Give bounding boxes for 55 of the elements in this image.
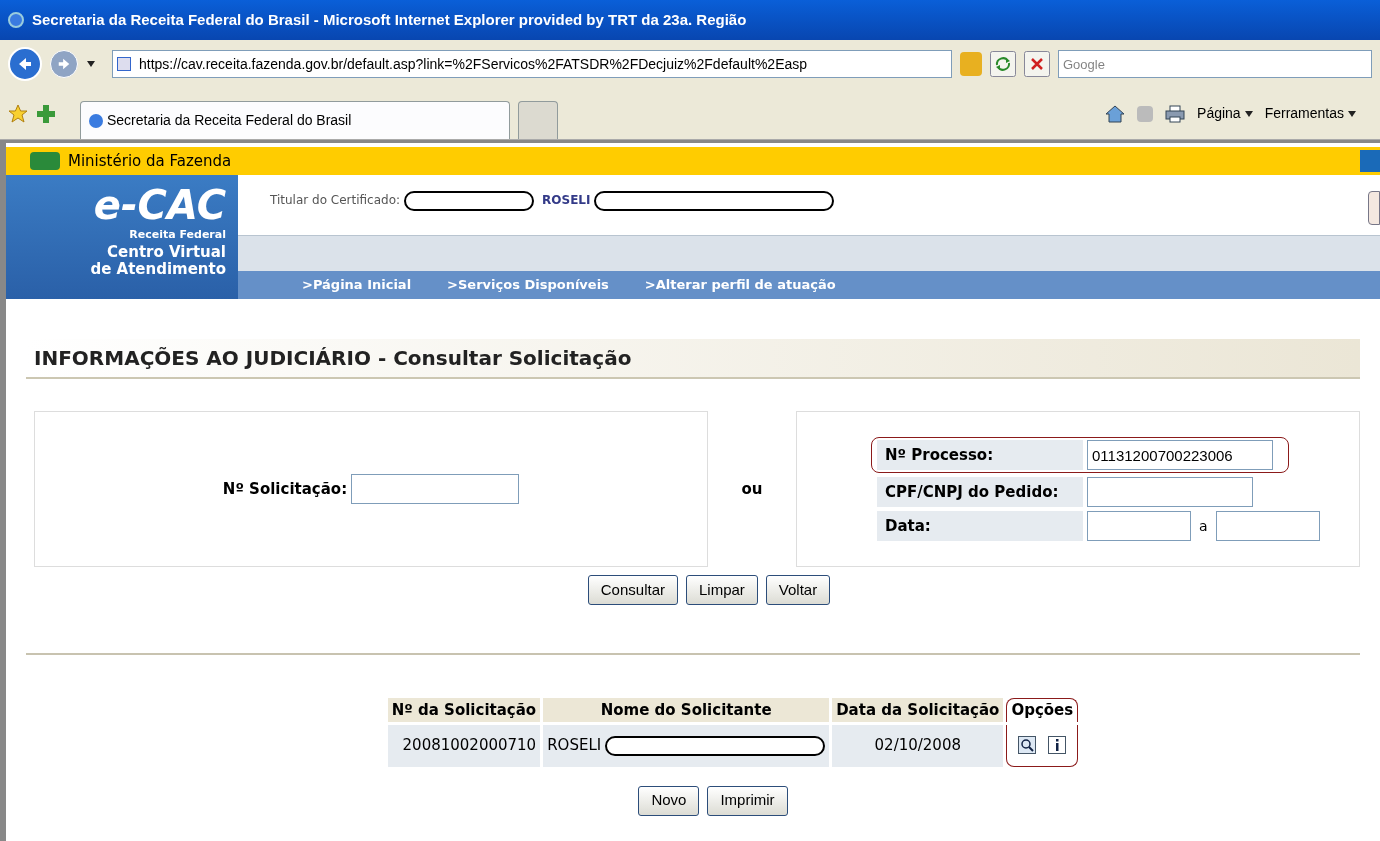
url-text: https://cav.receita.fazenda.gov.br/default.asp?link=%2FServicos%2FATSDR%2FDecjuiz%2Fdefault%2Easp <box>139 54 808 74</box>
field-label: CPF/CNPJ do Pedido: <box>877 477 1083 507</box>
form-button[interactable]: Consultar <box>587 575 678 605</box>
certificate-label: Titular do Certificado: <box>270 192 401 209</box>
table-cell: 20081002000710 <box>387 724 541 767</box>
info-icon[interactable] <box>1048 736 1067 754</box>
star-icon[interactable] <box>8 103 28 124</box>
left-arrow-icon <box>17 56 33 72</box>
right-arrow-icon <box>57 57 71 71</box>
caret-icon <box>1348 110 1356 117</box>
search-field[interactable]: Google <box>1058 50 1372 78</box>
command-button[interactable]: Ferramentas <box>1264 103 1356 124</box>
address-field[interactable]: https://cav.receita.fazenda.gov.br/default.asp?link=%2FServicos%2FATSDR%2FDecjuiz%2Fdefault%2Easp <box>112 50 952 78</box>
back-button[interactable] <box>8 47 42 81</box>
browser-tab[interactable] <box>518 101 558 139</box>
page-icon <box>117 57 131 71</box>
browser-tab[interactable]: Secretaria da Receita Federal do Brasil <box>80 101 510 139</box>
form-button[interactable]: Voltar <box>765 575 831 605</box>
page-title: INFORMAÇÕES AO JUDICIÁRIO - Consultar Solicitação <box>26 339 1360 379</box>
column-header: Data da Solicitação <box>832 698 1004 722</box>
input-field[interactable]: 01131200700223006 <box>1087 440 1273 470</box>
form-button[interactable]: Imprimir <box>707 785 788 816</box>
column-header: Nome do Solicitante <box>543 698 830 722</box>
printer-icon[interactable] <box>1165 104 1186 123</box>
forward-button[interactable] <box>50 50 78 78</box>
dropdown-arrow-icon[interactable] <box>86 59 96 69</box>
column-header: Nº da Solicitação <box>387 698 541 722</box>
add-favorite-icon[interactable] <box>36 103 56 124</box>
refresh-icon[interactable] <box>990 51 1016 77</box>
form-button[interactable]: Novo <box>638 785 700 816</box>
input-field[interactable] <box>1215 511 1320 541</box>
logo-brand: e-CAC <box>93 183 226 227</box>
input-field[interactable] <box>351 474 520 504</box>
caret-icon <box>1244 110 1253 117</box>
command-button[interactable]: Página <box>1197 103 1253 124</box>
table-cell: 02/10/2008 <box>832 724 1004 767</box>
column-header: Opções <box>1006 698 1079 722</box>
field-label: Nº Solicitação: <box>222 478 348 500</box>
logo-line: de Atendimento <box>90 260 226 278</box>
stop-icon[interactable] <box>1024 51 1050 77</box>
window-title: Secretaria da Receita Federal do Brasil - Microsoft Internet Explorer provided by TRT da 23a. Região <box>32 9 747 30</box>
input-field[interactable] <box>1087 511 1191 541</box>
field-label: Nº Processo: <box>877 440 1083 470</box>
ministry-name: Ministério da Fazenda <box>68 150 232 172</box>
certificate-name: ROSELI <box>542 192 591 209</box>
or-label: ou <box>740 478 764 500</box>
home-icon[interactable] <box>1105 104 1126 123</box>
form-button[interactable]: Limpar <box>686 575 758 605</box>
name-text: ROSELI <box>547 735 602 757</box>
field-label: Data: <box>877 511 1083 541</box>
range-separator: a <box>1198 516 1209 536</box>
magnifier-icon[interactable] <box>1018 736 1037 754</box>
input-field[interactable] <box>1087 477 1253 507</box>
logo-subtitle: Receita Federal <box>129 227 226 243</box>
logo-line: Centro Virtual <box>107 243 226 261</box>
